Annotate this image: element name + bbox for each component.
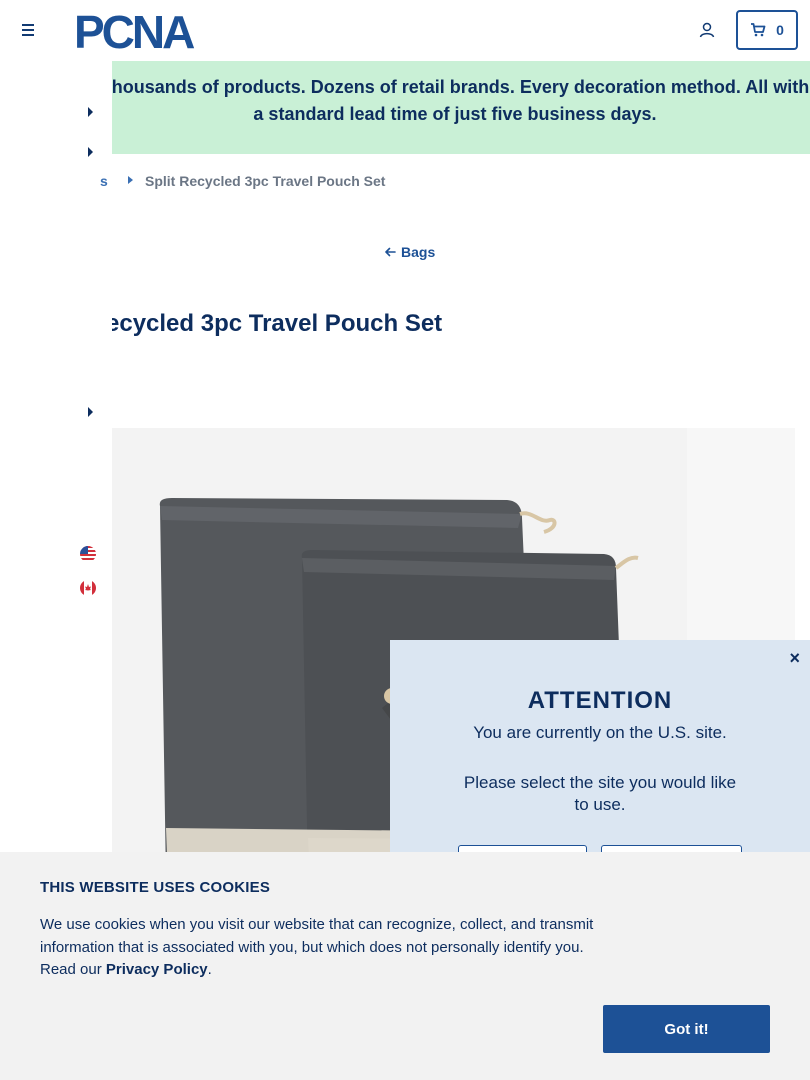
page: PCNA 0 Thousands of products. Dozens of …	[0, 0, 810, 1080]
cookie-banner: THIS WEBSITE USES COOKIES We use cookies…	[0, 852, 810, 1080]
arrow-left-icon	[385, 247, 396, 257]
cookie-text-end: .	[207, 961, 212, 978]
back-to-category-link[interactable]: Bags	[384, 244, 435, 260]
close-icon[interactable]: ×	[789, 648, 800, 669]
menu-expand-caret-3[interactable]	[88, 407, 93, 417]
menu-expand-caret-2[interactable]	[88, 147, 93, 157]
account-icon[interactable]	[698, 21, 716, 39]
modal-current-site-text: You are currently on the U.S. site.	[473, 723, 727, 742]
privacy-policy-link[interactable]: Privacy Policy	[106, 961, 208, 978]
menu-expand-caret-1[interactable]	[88, 107, 93, 117]
menu-icon[interactable]	[20, 22, 36, 38]
breadcrumb-separator-icon	[128, 176, 133, 184]
breadcrumb-current: Split Recycled 3pc Travel Pouch Set	[145, 173, 386, 189]
promo-banner: Thousands of products. Dozens of retail …	[0, 61, 810, 154]
modal-instruction-text: Please select the site you would like to…	[463, 773, 737, 814]
back-link-label: Bags	[401, 244, 436, 260]
breadcrumb-previous[interactable]: s	[100, 173, 108, 189]
site-selection-modal: × ATTENTION You are currently on the U.S…	[390, 640, 810, 875]
pcna-logo[interactable]: PCNA	[74, 6, 224, 58]
cookie-text: We use cookies when you visit our websit…	[40, 914, 610, 982]
canada-flag-icon[interactable]	[80, 580, 96, 596]
cart-icon	[751, 23, 766, 37]
cart-button[interactable]: 0	[736, 10, 798, 50]
cookie-title: THIS WEBSITE USES COOKIES	[40, 879, 271, 896]
promo-banner-text: Thousands of products. Dozens of retail …	[100, 77, 810, 124]
site-header: PCNA 0	[0, 0, 810, 61]
logo-text: PCNA	[74, 8, 194, 54]
modal-title: ATTENTION	[527, 687, 673, 714]
accept-cookies-button[interactable]: Got it!	[603, 1005, 770, 1053]
cart-count: 0	[776, 22, 784, 38]
us-flag-icon[interactable]	[80, 546, 96, 562]
